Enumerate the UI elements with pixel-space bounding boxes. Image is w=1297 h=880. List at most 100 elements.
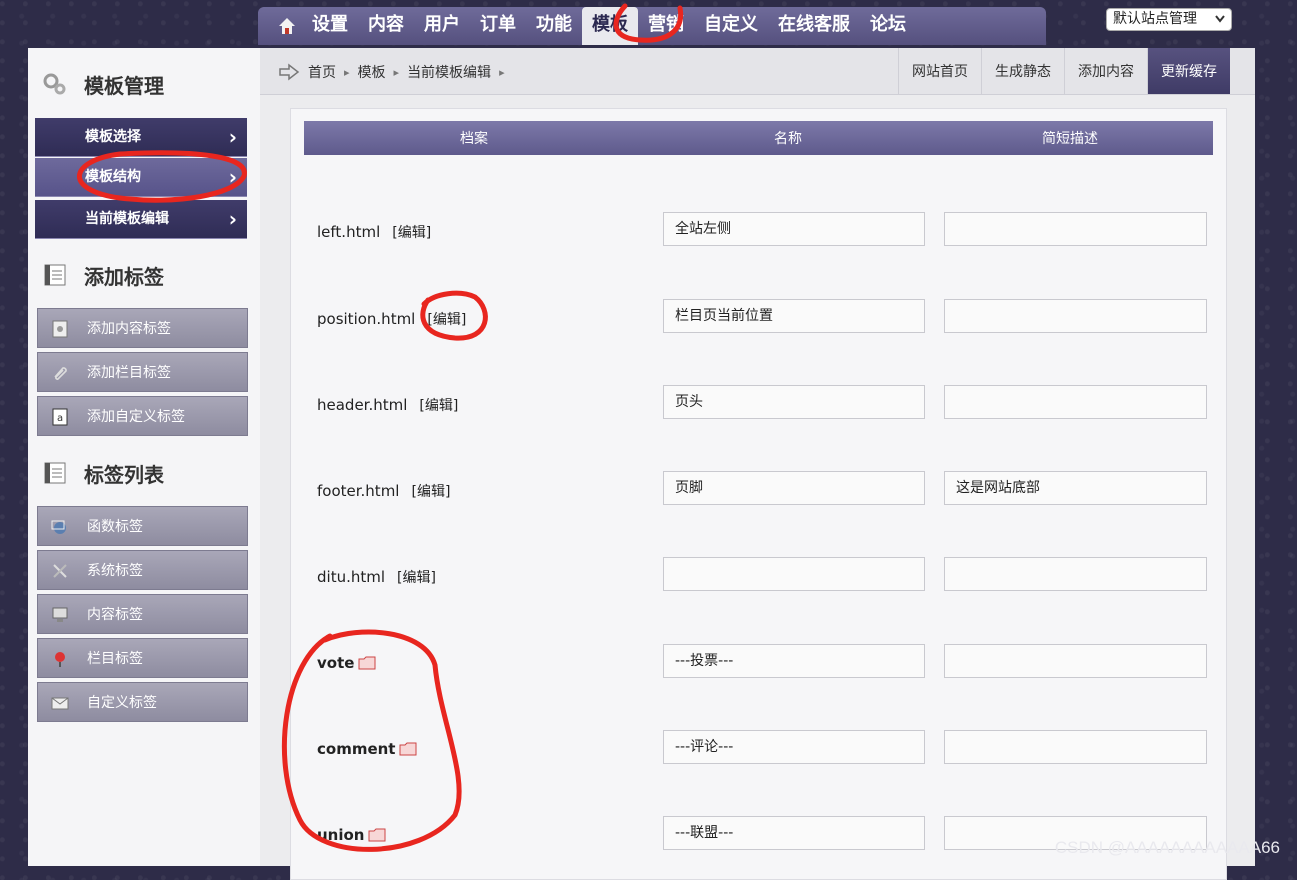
sidebar-item-content-tags[interactable]: 内容标签 bbox=[37, 594, 248, 634]
name-field[interactable]: 栏目页当前位置 bbox=[663, 299, 925, 333]
folder-cell[interactable]: union bbox=[317, 826, 386, 844]
sidebar-item-label: 模板结构 bbox=[85, 169, 141, 185]
nav-functions[interactable]: 功能 bbox=[526, 7, 582, 45]
folder-name: vote bbox=[317, 654, 355, 672]
desc-field[interactable] bbox=[944, 644, 1207, 678]
name-field[interactable]: ---投票--- bbox=[663, 644, 925, 678]
document-icon bbox=[52, 320, 68, 338]
table-header: 档案 名称 简短描述 bbox=[304, 121, 1213, 155]
header-desc: 简短描述 bbox=[1042, 131, 1098, 147]
home-icon[interactable] bbox=[272, 16, 302, 36]
edit-link[interactable]: [编辑] bbox=[419, 395, 458, 415]
sidebar-item-template-structure[interactable]: 模板结构 › bbox=[35, 158, 247, 197]
envelope-icon bbox=[51, 697, 69, 710]
table-row: position.html [编辑] 栏目页当前位置 bbox=[291, 299, 1226, 337]
desc-field[interactable] bbox=[944, 557, 1207, 591]
nav-custom[interactable]: 自定义 bbox=[694, 7, 768, 45]
name-field[interactable]: 全站左侧 bbox=[663, 212, 925, 246]
nav-forum[interactable]: 论坛 bbox=[860, 7, 916, 45]
header-file: 档案 bbox=[460, 131, 488, 147]
file-name: left.html bbox=[317, 223, 381, 241]
nav-marketing[interactable]: 营销 bbox=[638, 7, 694, 45]
folder-cell[interactable]: vote bbox=[317, 654, 376, 672]
name-field[interactable] bbox=[663, 557, 925, 591]
edit-link[interactable]: [编辑] bbox=[411, 481, 450, 501]
sidebar-item-custom-tags[interactable]: 自定义标签 bbox=[37, 682, 248, 722]
sidebar-item-label: 栏目标签 bbox=[87, 651, 143, 667]
file-cell: header.html [编辑] bbox=[317, 395, 458, 415]
header-name: 名称 bbox=[774, 131, 802, 147]
sidebar-item-add-column-tag[interactable]: 添加栏目标签 bbox=[37, 352, 248, 392]
sidebar-item-template-select[interactable]: 模板选择 › bbox=[35, 118, 247, 157]
sidebar-item-label: 添加自定义标签 bbox=[87, 409, 185, 425]
site-home-link[interactable]: 网站首页 bbox=[898, 48, 981, 94]
function-icon bbox=[51, 520, 66, 534]
sidebar-item-add-content-tag[interactable]: 添加内容标签 bbox=[37, 308, 248, 348]
file-name: header.html bbox=[317, 396, 408, 414]
desc-field[interactable]: 这是网站底部 bbox=[944, 471, 1207, 505]
name-field[interactable]: 页头 bbox=[663, 385, 925, 419]
desc-field[interactable] bbox=[944, 212, 1207, 246]
sidebar-item-label: 函数标签 bbox=[87, 519, 143, 535]
folder-icon bbox=[368, 828, 386, 842]
table-row: left.html [编辑] 全站左侧 bbox=[291, 212, 1226, 250]
breadcrumb-sep: ▸ bbox=[393, 65, 400, 79]
edit-link[interactable]: [编辑] bbox=[427, 309, 466, 329]
sidebar-item-function-tags[interactable]: 函数标签 bbox=[37, 506, 248, 546]
edit-link[interactable]: [编辑] bbox=[397, 567, 436, 587]
nav-online-service[interactable]: 在线客服 bbox=[768, 7, 860, 45]
desc-field[interactable] bbox=[944, 299, 1207, 333]
sidebar-item-current-template-edit[interactable]: 当前模板编辑 › bbox=[35, 200, 247, 239]
section-title: 模板管理 bbox=[84, 73, 164, 98]
sidebar-item-system-tags[interactable]: 系统标签 bbox=[37, 550, 248, 590]
sidebar-item-add-custom-tag[interactable]: a 添加自定义标签 bbox=[37, 396, 248, 436]
breadcrumb-current[interactable]: 当前模板编辑 bbox=[407, 62, 491, 82]
sidebar-item-label: 当前模板编辑 bbox=[85, 211, 169, 227]
table-row: comment ---评论--- bbox=[291, 730, 1226, 768]
gears-icon bbox=[43, 73, 66, 95]
add-content-link[interactable]: 添加内容 bbox=[1064, 48, 1147, 94]
section-title: 标签列表 bbox=[84, 462, 164, 487]
tools-icon bbox=[53, 564, 67, 578]
folder-cell[interactable]: comment bbox=[317, 740, 417, 758]
letter-a-icon: a bbox=[52, 408, 68, 426]
quick-links: 网站首页 生成静态 添加内容 更新缓存 bbox=[898, 48, 1230, 94]
site-select[interactable]: 默认站点管理 bbox=[1106, 8, 1232, 31]
chevron-right-icon: › bbox=[228, 125, 237, 149]
nav-settings[interactable]: 设置 bbox=[302, 7, 358, 45]
name-field[interactable]: 页脚 bbox=[663, 471, 925, 505]
edit-link[interactable]: [编辑] bbox=[392, 222, 431, 242]
table-row: vote ---投票--- bbox=[291, 644, 1226, 682]
nav-content[interactable]: 内容 bbox=[358, 7, 414, 45]
name-field[interactable]: ---联盟--- bbox=[663, 816, 925, 850]
nav-users[interactable]: 用户 bbox=[414, 7, 470, 45]
paperclip-icon bbox=[54, 367, 67, 380]
breadcrumb-templates[interactable]: 模板 bbox=[358, 62, 386, 82]
folder-icon bbox=[399, 742, 417, 756]
arrow-right-icon bbox=[279, 63, 300, 81]
file-name: position.html bbox=[317, 310, 416, 328]
file-cell: ditu.html [编辑] bbox=[317, 567, 436, 587]
update-cache-button[interactable]: 更新缓存 bbox=[1147, 48, 1230, 94]
breadcrumb-sep: ▸ bbox=[344, 65, 350, 79]
file-name: ditu.html bbox=[317, 568, 386, 586]
list-icon bbox=[44, 264, 66, 286]
nav-orders[interactable]: 订单 bbox=[470, 7, 526, 45]
watermark: CSDN @AAAAAAAAAAAA66 bbox=[1054, 838, 1280, 857]
table-row: footer.html [编辑] 页脚 这是网站底部 bbox=[291, 471, 1226, 509]
breadcrumb-home[interactable]: 首页 bbox=[308, 62, 336, 82]
top-nav: 设置 内容 用户 订单 功能 模板 营销 自定义 在线客服 论坛 bbox=[258, 7, 1046, 45]
desc-field[interactable] bbox=[944, 385, 1207, 419]
desc-field[interactable] bbox=[944, 730, 1207, 764]
name-field[interactable]: ---评论--- bbox=[663, 730, 925, 764]
folder-icon bbox=[358, 656, 376, 670]
generate-static-link[interactable]: 生成静态 bbox=[981, 48, 1064, 94]
sidebar-item-column-tags[interactable]: 栏目标签 bbox=[37, 638, 248, 678]
folder-name: comment bbox=[317, 740, 396, 758]
chevron-right-icon: › bbox=[228, 165, 237, 189]
table-row: header.html [编辑] 页头 bbox=[291, 385, 1226, 423]
template-table-panel: 档案 名称 简短描述 left.html [编辑] 全站左侧 position.… bbox=[290, 108, 1227, 880]
nav-templates[interactable]: 模板 bbox=[582, 7, 638, 45]
sidebar-item-label: 系统标签 bbox=[87, 563, 143, 579]
section-template-manage: 模板管理 bbox=[28, 64, 164, 104]
